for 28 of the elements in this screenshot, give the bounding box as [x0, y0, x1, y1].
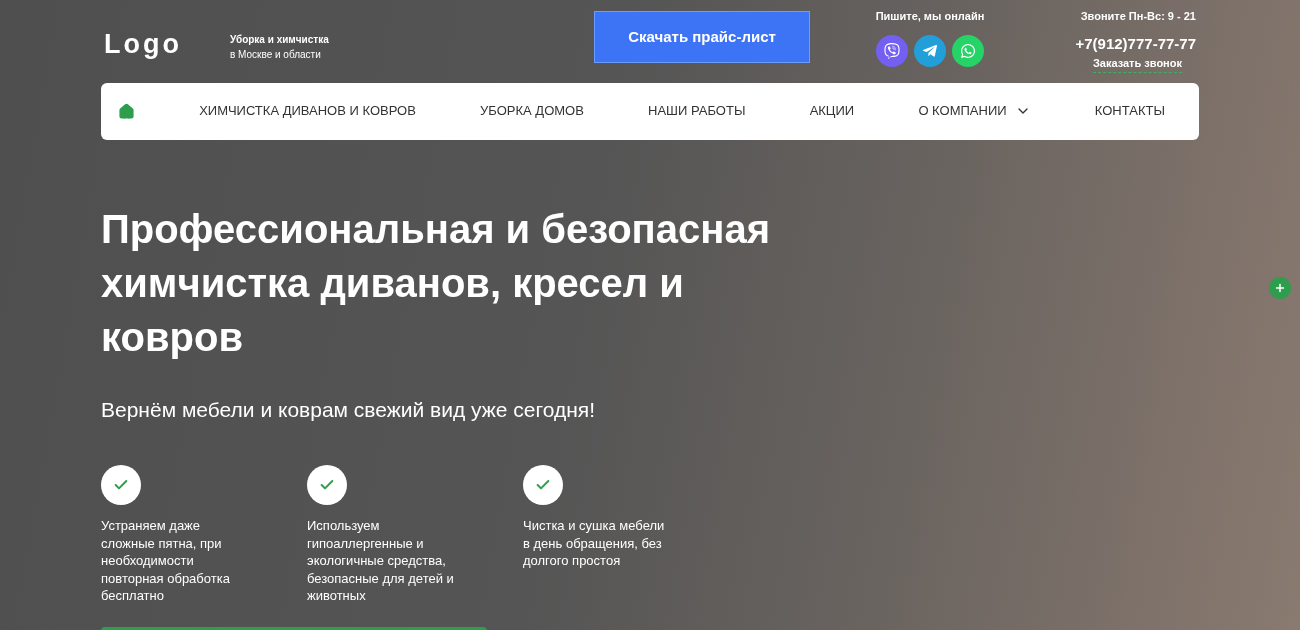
feature-text: Устраняем даже сложные пятна, при необходимости повторная обработка бесплатно	[101, 517, 231, 605]
hero-title: Профессиональная и безопасная химчистка диванов, кресел и ковров	[101, 205, 771, 361]
nav-link[interactable]: АКЦИИ	[809, 101, 855, 121]
feature-text: Используем гипоаллергенные и экологичные средства, безопасные для детей и животных	[307, 517, 455, 605]
home-icon[interactable]	[118, 102, 135, 120]
viber-link[interactable]	[876, 34, 908, 67]
online-status: Пишите, мы онлайн	[875, 9, 985, 24]
nav-link[interactable]: НАШИ РАБОТЫ	[648, 101, 746, 121]
nav-link[interactable]: ХИМЧИСТКА ДИВАНОВ И КОВРОВ	[199, 101, 416, 121]
tagline: в Москве и области	[230, 48, 322, 62]
nav-link[interactable]: О КОМПАНИИ	[918, 101, 1031, 121]
telegram-link[interactable]	[914, 34, 946, 67]
hero-subtitle: Вернём мебели и коврам свежий вид уже сегодня!	[101, 396, 596, 423]
callback-link[interactable]: Заказать звонок	[1092, 55, 1182, 73]
phone-link[interactable]: +7(912)777-77-77	[1075, 32, 1196, 55]
messenger-icon	[884, 42, 900, 59]
nav-link[interactable]: УБОРКА ДОМОВ	[480, 101, 584, 121]
download-price-button[interactable]: Скачать прайс-лист	[594, 11, 810, 63]
feature-text: Чистка и сушка мебели в день обращения, без долгого простоя	[523, 517, 666, 570]
tagline: Уборка и химчистка	[230, 33, 330, 47]
messenger-icon	[960, 42, 976, 59]
nav-link[interactable]: КОНТАКТЫ	[1094, 101, 1165, 121]
whatsapp-link[interactable]	[952, 34, 984, 67]
logo[interactable]: Logo	[104, 24, 230, 65]
messenger-icon	[922, 42, 938, 59]
plus-icon	[1274, 282, 1286, 294]
plus-button[interactable]	[1269, 277, 1291, 299]
working-hours: Звоните Пн-Вс: 9 - 21	[1080, 9, 1196, 24]
